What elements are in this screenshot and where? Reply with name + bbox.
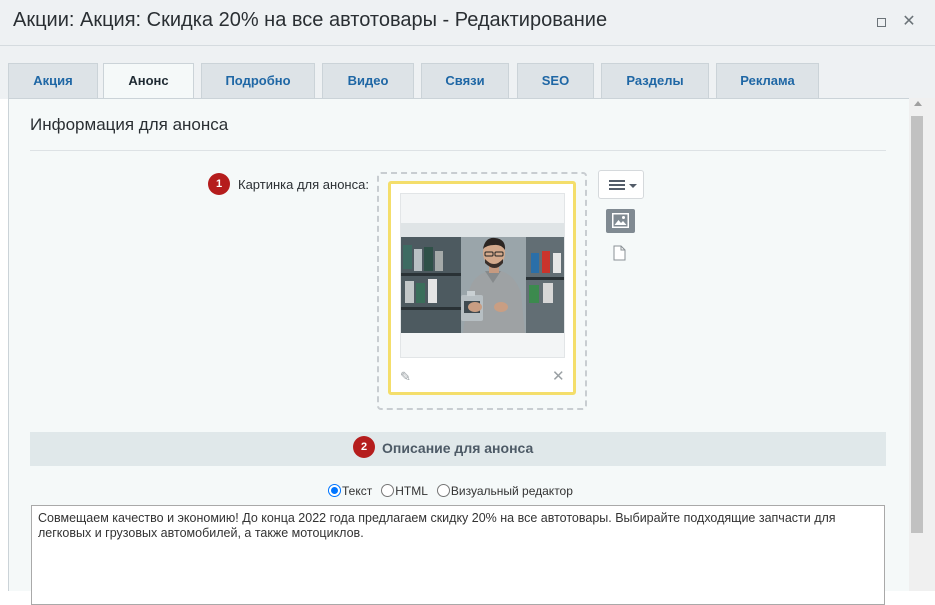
window-title: Акции: Акция: Скидка 20% на все автотова… — [13, 9, 608, 31]
image-preview-card[interactable]: ✎ ✕ — [388, 181, 576, 395]
radio-text[interactable] — [328, 484, 341, 498]
radio-html-label[interactable]: HTML — [395, 484, 428, 498]
tab-bar: Акция Анонс Подробно Видео Связи SEO Раз… — [0, 46, 935, 100]
tab-advertising[interactable]: Реклама — [716, 63, 819, 99]
file-mode-icon[interactable] — [613, 245, 626, 266]
tab-sections[interactable]: Разделы — [601, 63, 709, 99]
hint-badge-1[interactable]: 1 — [208, 173, 230, 195]
edit-pencil-icon[interactable]: ✎ — [400, 369, 411, 385]
description-textarea[interactable]: Совмещаем качество и экономию! До конца … — [31, 505, 885, 605]
tab-announcement[interactable]: Анонс — [103, 63, 194, 100]
image-mode-icon[interactable] — [606, 209, 635, 233]
description-title: Описание для анонса — [382, 440, 534, 456]
close-icon[interactable]: ✕ — [900, 13, 918, 31]
tab-links[interactable]: Связи — [421, 63, 509, 99]
scroll-up-arrow-icon[interactable] — [914, 101, 922, 106]
preview-photo — [401, 194, 564, 357]
tab-details[interactable]: Подробно — [201, 63, 315, 99]
maximize-icon[interactable] — [872, 13, 890, 31]
section-divider — [30, 150, 886, 151]
radio-visual-editor-label[interactable]: Визуальный редактор — [451, 484, 573, 498]
radio-text-label[interactable]: Текст — [342, 484, 372, 498]
window-titlebar: Акции: Акция: Скидка 20% на все автотова… — [0, 0, 935, 46]
tab-seo[interactable]: SEO — [517, 63, 594, 99]
delete-x-icon[interactable]: ✕ — [552, 367, 565, 385]
radio-visual-editor[interactable] — [436, 484, 450, 498]
tab-promo[interactable]: Акция — [8, 63, 98, 99]
section-title: Информация для анонса — [30, 115, 229, 134]
preview-image-label: Картинка для анонса: — [238, 177, 369, 192]
image-preview-frame — [400, 193, 565, 358]
menu-button[interactable] — [598, 170, 644, 199]
vertical-scrollbar[interactable] — [909, 98, 935, 591]
description-mode-group: Текст HTML Визуальный редактор — [328, 483, 582, 498]
chevron-down-icon — [629, 184, 637, 188]
tab-video[interactable]: Видео — [322, 63, 414, 99]
hamburger-icon — [609, 180, 625, 190]
scroll-thumb[interactable] — [911, 116, 923, 533]
radio-html[interactable] — [381, 484, 395, 498]
hint-badge-2[interactable]: 2 — [353, 436, 375, 458]
